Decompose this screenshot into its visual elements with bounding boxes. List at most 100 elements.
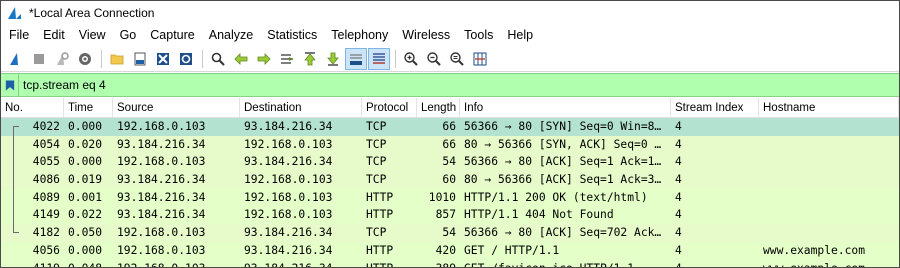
menu-telephony[interactable]: Telephony bbox=[324, 24, 395, 46]
zoom-in-icon bbox=[404, 51, 418, 66]
packet-number-text: 4056 bbox=[32, 243, 60, 257]
packet-destination: 192.168.0.103 bbox=[244, 137, 333, 151]
packet-time: 0.050 bbox=[68, 226, 103, 240]
go-forward-button[interactable] bbox=[253, 48, 275, 70]
packet-row[interactable]: 4055 0.000 192.168.0.103 93.184.216.34 TCP 54… bbox=[1, 153, 899, 172]
conversation-bracket-icon bbox=[13, 224, 19, 234]
column-header-time[interactable]: Time bbox=[64, 97, 113, 118]
filter-bookmark-button[interactable] bbox=[1, 74, 19, 96]
packet-row[interactable]: 4182 0.050 192.168.0.103 93.184.216.34 TCP 54… bbox=[1, 224, 899, 242]
zoom-in-button[interactable] bbox=[400, 48, 422, 70]
reload-file-button[interactable] bbox=[175, 48, 197, 70]
conversation-bracket-icon bbox=[13, 153, 14, 172]
packet-source: 93.184.216.34 bbox=[117, 137, 206, 151]
packet-hostname: www.example.com bbox=[763, 261, 866, 268]
resize-columns-icon bbox=[473, 52, 487, 65]
packet-number: 4055 bbox=[1, 153, 64, 172]
stop-capture-button[interactable] bbox=[28, 48, 50, 70]
column-header-no[interactable]: No. bbox=[1, 97, 64, 118]
packet-source: 93.184.216.34 bbox=[117, 173, 206, 187]
packet-source: 192.168.0.103 bbox=[117, 155, 206, 169]
packet-length: 54 bbox=[442, 155, 456, 169]
packet-row[interactable]: 4119 0.048 192.168.0.103 93.184.216.34 HTTP 3… bbox=[1, 259, 899, 268]
autoscroll-icon bbox=[350, 53, 362, 65]
packet-hostname bbox=[759, 224, 899, 242]
packet-rows: 4022 0.000 192.168.0.103 93.184.216.34 TCP 66… bbox=[1, 118, 899, 268]
start-capture-button[interactable] bbox=[5, 48, 27, 70]
folder-icon bbox=[110, 54, 124, 64]
find-packet-button[interactable] bbox=[207, 48, 229, 70]
arrow-down-bar-icon bbox=[327, 52, 339, 66]
packet-row[interactable]: 4149 0.022 93.184.216.34 192.168.0.103 HTTP 8… bbox=[1, 206, 899, 225]
packet-length: 389 bbox=[435, 261, 456, 268]
close-file-icon bbox=[157, 52, 169, 65]
packet-source: 192.168.0.103 bbox=[117, 226, 206, 240]
resize-columns-button[interactable] bbox=[469, 48, 491, 70]
column-header-length[interactable]: Length bbox=[417, 97, 460, 118]
packet-number-text: 4054 bbox=[32, 137, 60, 151]
gear-icon bbox=[79, 52, 91, 65]
column-header-info[interactable]: Info bbox=[460, 97, 671, 118]
restart-fin-icon bbox=[57, 51, 69, 65]
packet-row[interactable]: 4089 0.001 93.184.216.34 192.168.0.103 HTTP 1… bbox=[1, 188, 899, 207]
go-back-button[interactable] bbox=[230, 48, 252, 70]
packet-hostname bbox=[759, 189, 899, 207]
menu-tools[interactable]: Tools bbox=[457, 24, 500, 46]
zoom-out-button[interactable] bbox=[423, 48, 445, 70]
menu-file[interactable]: File bbox=[2, 24, 36, 46]
packet-time: 0.000 bbox=[68, 120, 103, 133]
menu-wireless[interactable]: Wireless bbox=[395, 24, 457, 46]
menu-capture[interactable]: Capture bbox=[143, 24, 201, 46]
menu-go[interactable]: Go bbox=[113, 24, 144, 46]
packet-number-text: 4149 bbox=[32, 208, 60, 222]
capture-options-button[interactable] bbox=[74, 48, 96, 70]
packet-length: 1010 bbox=[428, 190, 456, 204]
save-file-button[interactable] bbox=[129, 48, 151, 70]
go-to-packet-button[interactable] bbox=[276, 48, 298, 70]
close-file-button[interactable] bbox=[152, 48, 174, 70]
packet-row[interactable]: 4086 0.019 93.184.216.34 192.168.0.103 TCP 60… bbox=[1, 171, 899, 189]
menu-statistics[interactable]: Statistics bbox=[260, 24, 324, 46]
packet-hostname bbox=[759, 153, 899, 171]
arrow-up-bar-icon bbox=[304, 51, 316, 65]
menu-help[interactable]: Help bbox=[500, 24, 540, 46]
menu-edit[interactable]: Edit bbox=[36, 24, 72, 46]
normal-size-button[interactable] bbox=[446, 48, 468, 70]
packet-stream-index: 4 bbox=[675, 261, 682, 268]
column-header-protocol[interactable]: Protocol bbox=[362, 97, 417, 118]
jump-to-packet-icon bbox=[281, 53, 293, 64]
packet-protocol: TCP bbox=[366, 173, 387, 187]
zoom-out-icon bbox=[427, 51, 441, 66]
packet-protocol: HTTP bbox=[366, 261, 394, 268]
autoscroll-button[interactable] bbox=[345, 47, 367, 70]
packet-length: 66 bbox=[442, 137, 456, 151]
packet-source: 93.184.216.34 bbox=[117, 208, 206, 222]
packet-stream-index: 4 bbox=[675, 243, 682, 257]
first-packet-button[interactable] bbox=[299, 48, 321, 70]
packet-number: 4119 bbox=[1, 260, 64, 268]
packet-row[interactable]: 4056 0.000 192.168.0.103 93.184.216.34 HTTP 4… bbox=[1, 241, 899, 260]
packet-row[interactable]: 4054 0.020 93.184.216.34 192.168.0.103 TCP 66… bbox=[1, 135, 899, 154]
packet-protocol: TCP bbox=[366, 120, 387, 133]
open-file-button[interactable] bbox=[106, 48, 128, 70]
packet-row[interactable]: 4022 0.000 192.168.0.103 93.184.216.34 TCP 66… bbox=[1, 118, 899, 136]
menu-view[interactable]: View bbox=[72, 24, 113, 46]
restart-capture-button[interactable] bbox=[51, 48, 73, 70]
packet-destination: 93.184.216.34 bbox=[244, 120, 333, 133]
column-header-stream-index[interactable]: Stream Index bbox=[671, 97, 759, 118]
packet-protocol: HTTP bbox=[366, 190, 394, 204]
conversation-bracket-icon bbox=[13, 188, 14, 207]
reload-icon bbox=[180, 52, 192, 65]
display-filter-input[interactable] bbox=[19, 74, 879, 96]
menu-analyze[interactable]: Analyze bbox=[202, 24, 260, 46]
packet-stream-index: 4 bbox=[675, 155, 682, 169]
colorize-button[interactable] bbox=[368, 47, 390, 70]
last-packet-button[interactable] bbox=[322, 48, 344, 70]
column-header-source[interactable]: Source bbox=[113, 97, 240, 118]
packet-info: 56366 → 80 [ACK] Seq=1 Ack=1… bbox=[464, 155, 662, 169]
column-header-hostname[interactable]: Hostname bbox=[759, 97, 899, 118]
wireshark-window: *Local Area Connection File Edit View Go… bbox=[0, 0, 900, 268]
packet-hostname bbox=[759, 206, 899, 224]
packet-list-header: No. Time Source Destination Protocol Len… bbox=[1, 97, 899, 118]
column-header-destination[interactable]: Destination bbox=[240, 97, 362, 118]
